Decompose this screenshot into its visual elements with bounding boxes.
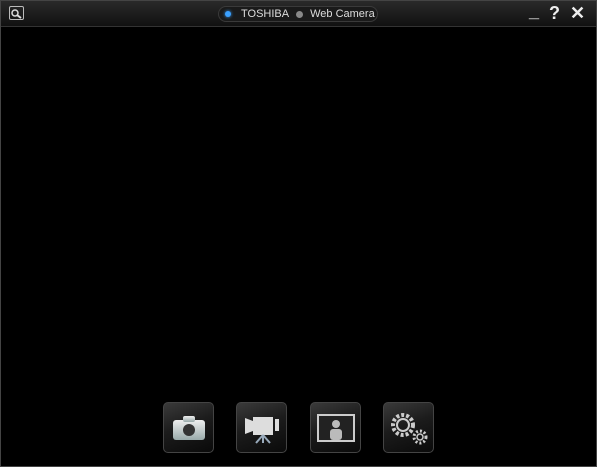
status-dot-icon — [225, 11, 231, 17]
title-bar[interactable]: TOSHIBA Web Camera _ ? ✕ — [1, 1, 596, 27]
camera-preview — [1, 27, 596, 466]
capture-photo-button[interactable] — [163, 402, 214, 453]
camera-icon — [172, 415, 205, 440]
brand-label: TOSHIBA — [241, 8, 290, 20]
record-video-button[interactable] — [236, 402, 287, 453]
magnifier-icon — [11, 9, 22, 19]
window-menu-button[interactable] — [9, 6, 24, 20]
separator-dot-icon — [296, 10, 304, 18]
title-pill: TOSHIBA Web Camera — [218, 6, 378, 22]
help-button[interactable]: ? — [549, 3, 560, 23]
picture-frame-icon — [316, 413, 355, 442]
app-title: Web Camera — [310, 8, 375, 20]
close-button[interactable]: ✕ — [570, 3, 585, 23]
settings-button[interactable] — [383, 402, 434, 453]
gears-icon — [390, 412, 427, 444]
minimize-button[interactable]: _ — [529, 1, 539, 21]
web-camera-window: TOSHIBA Web Camera _ ? ✕ — [0, 0, 597, 467]
gallery-button[interactable] — [310, 402, 361, 453]
video-camera-icon — [244, 416, 279, 444]
